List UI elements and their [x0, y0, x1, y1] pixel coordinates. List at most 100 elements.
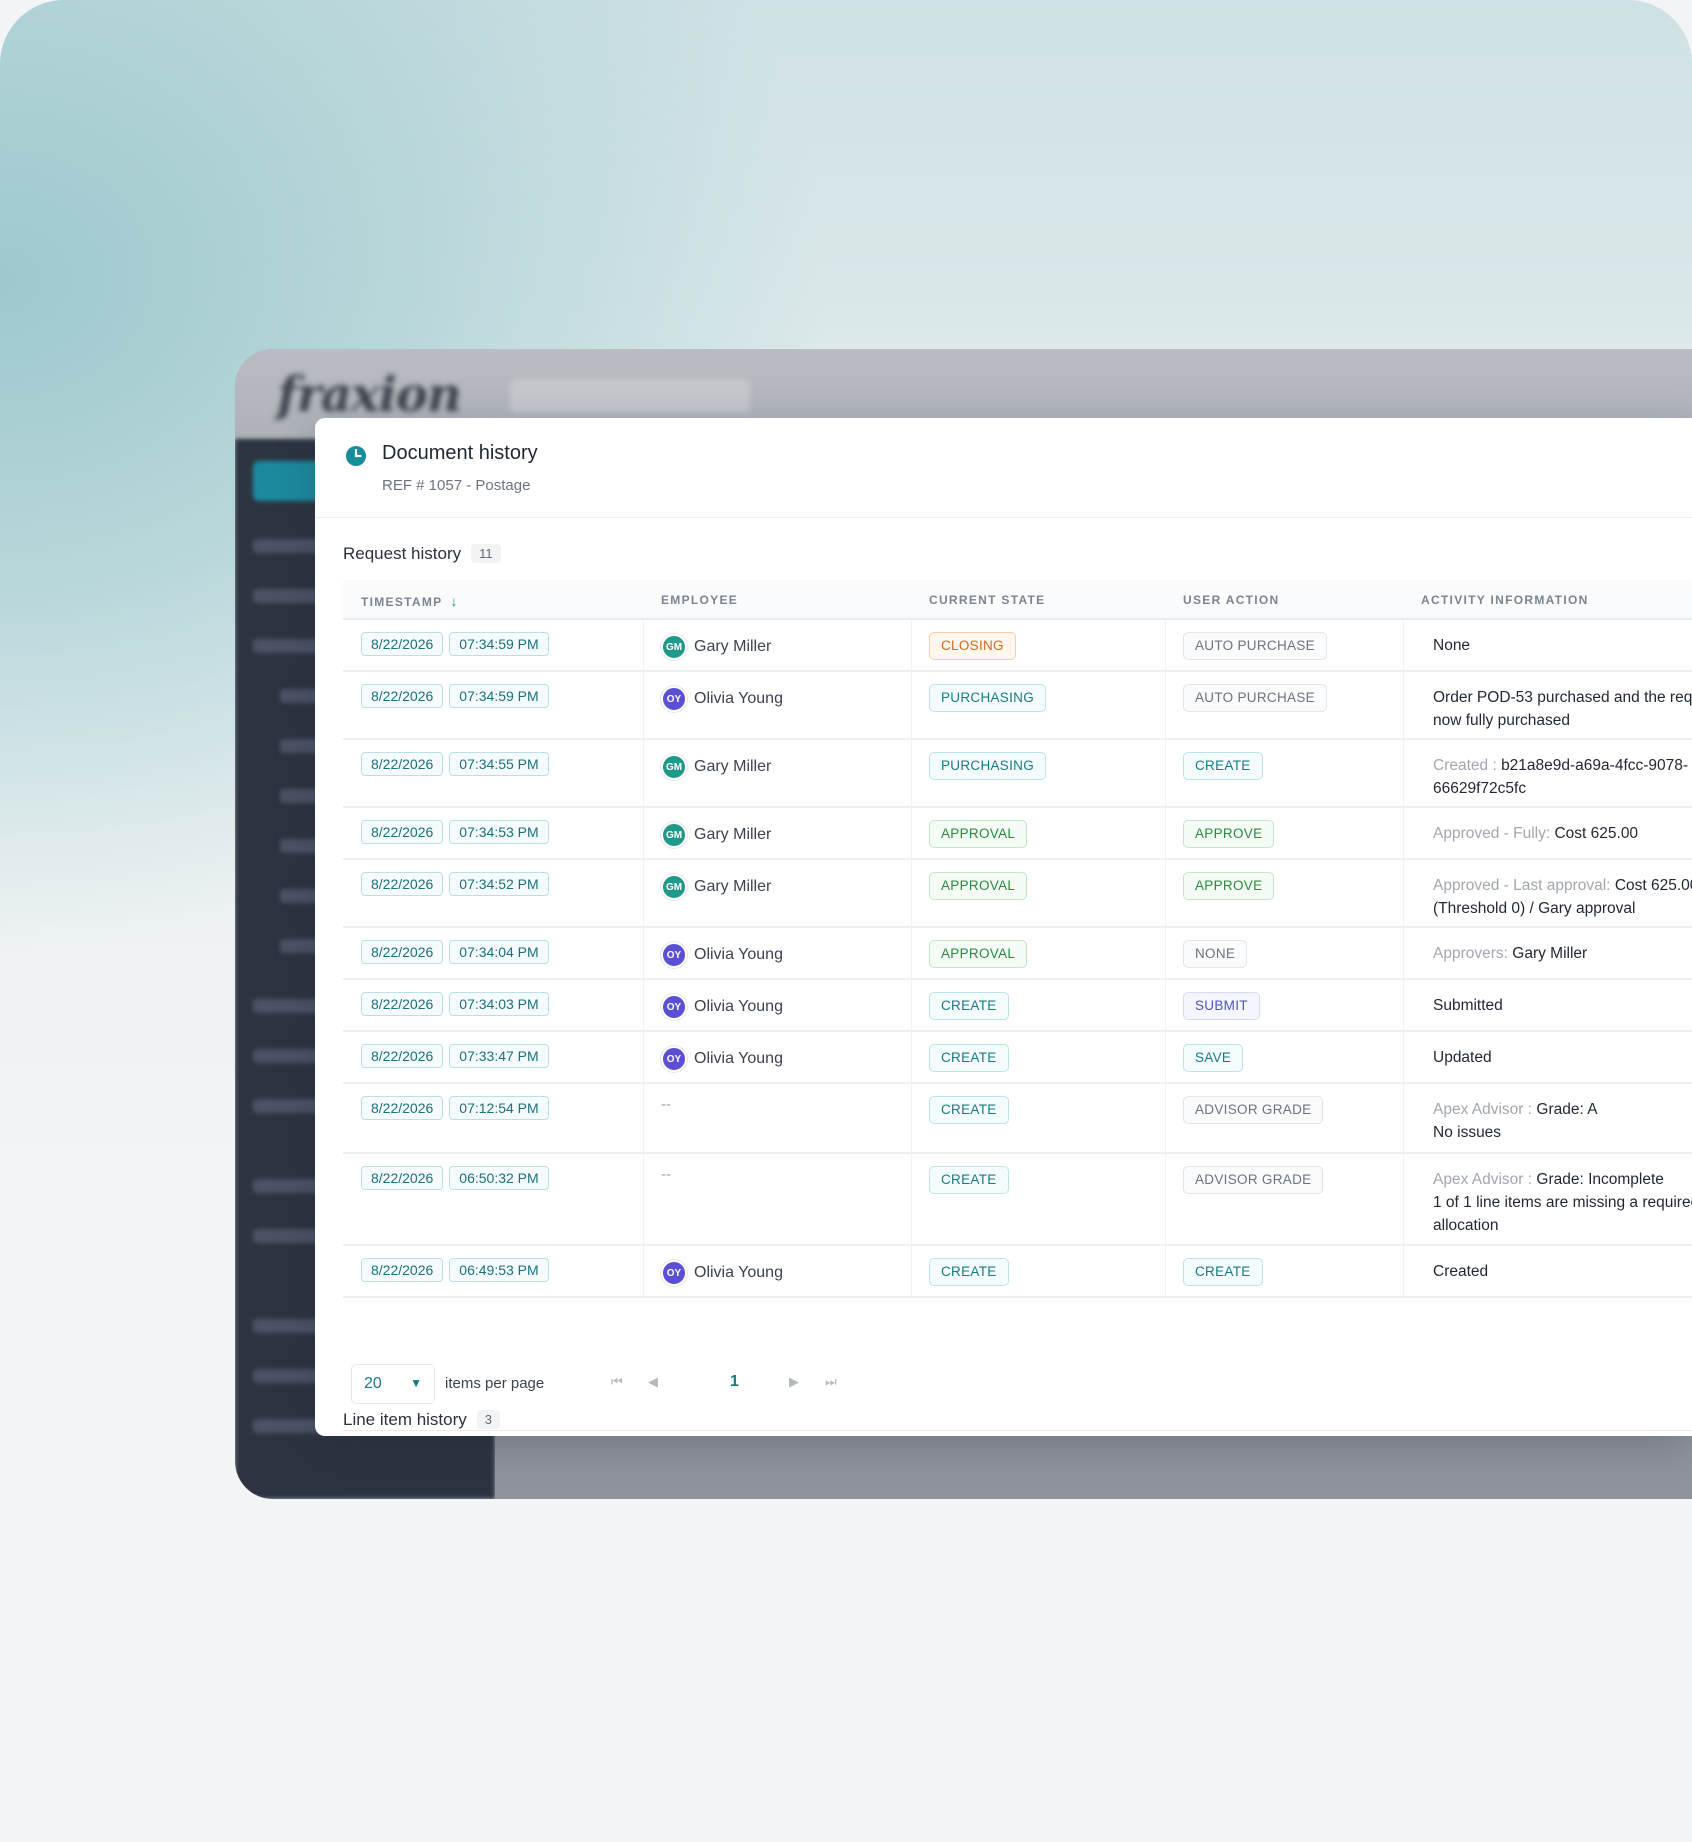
timestamp-cell: 8/22/2026 07:34:03 PM [361, 992, 549, 1016]
activity-info-label: Apex Advisor : [1433, 1101, 1537, 1118]
action-badge: ADVISOR GRADE [1183, 1096, 1324, 1124]
activity-info-value: Grade: Incomplete [1536, 1171, 1664, 1188]
first-page-icon[interactable]: ⏮ [611, 1374, 623, 1390]
timestamp-cell: 8/22/2026 07:34:53 PM [361, 820, 549, 844]
table-body: 8/22/2026 07:34:59 PM GM Gary Miller CLOS… [343, 620, 1692, 1298]
column-divider [911, 1084, 912, 1152]
column-divider [643, 928, 644, 978]
avatar: GM [661, 634, 687, 660]
state-cell: APPROVAL [929, 940, 1028, 968]
employee-cell: GM Gary Miller [661, 754, 771, 780]
col-employee[interactable]: EMPLOYEE [661, 593, 738, 607]
activity-info-label: Approved - Fully: [1433, 825, 1555, 842]
col-activity-information[interactable]: ACTIVITY INFORMATION [1421, 593, 1589, 607]
column-divider [1403, 1154, 1404, 1244]
modal-header: Document history REF # 1057 - Postage [315, 418, 1692, 518]
document-history-modal: Document history REF # 1057 - Postage Re… [315, 418, 1692, 1436]
activity-info: Updated [1433, 1046, 1492, 1069]
action-badge: APPROVE [1183, 820, 1275, 848]
prev-page-icon[interactable]: ◀ [648, 1374, 658, 1390]
timestamp-cell: 8/22/2026 07:12:54 PM [361, 1096, 549, 1120]
activity-info-value: Cost 625.00 [1614, 877, 1692, 894]
column-divider [911, 928, 912, 978]
timestamp-cell: 8/22/2026 07:34:55 PM [361, 752, 549, 776]
table-row: 8/22/2026 07:34:04 PM OY Olivia Young APP… [343, 928, 1692, 980]
employee-cell: OY Olivia Young [661, 942, 783, 968]
state-badge: APPROVAL [929, 872, 1028, 900]
app-search-input [510, 379, 750, 413]
column-divider [643, 808, 644, 858]
col-user-action[interactable]: USER ACTION [1183, 593, 1280, 607]
time-tag: 06:50:32 PM [449, 1166, 549, 1190]
activity-info: Order POD-53 purchased and the req now fu… [1433, 686, 1692, 732]
column-divider [643, 1246, 644, 1296]
timestamp-cell: 8/22/2026 07:34:59 PM [361, 632, 549, 656]
action-badge: CREATE [1183, 752, 1263, 780]
date-tag: 8/22/2026 [361, 820, 444, 844]
action-badge: AUTO PURCHASE [1183, 632, 1327, 660]
state-badge: CREATE [929, 1044, 1009, 1072]
action-badge: NONE [1183, 940, 1248, 968]
avatar: OY [661, 1046, 687, 1072]
employee-name: Olivia Young [694, 998, 783, 1015]
activity-info-value: Updated [1433, 1049, 1492, 1066]
activity-info-line2: (Threshold 0) / Gary approval [1433, 900, 1636, 917]
avatar: GM [661, 822, 687, 848]
timestamp-cell: 8/22/2026 07:34:52 PM [361, 872, 549, 896]
activity-info: Created : b21a8e9d-a69a-4fcc-9078- 66629f… [1433, 754, 1688, 800]
action-badge: ADVISOR GRADE [1183, 1166, 1324, 1194]
state-badge: CREATE [929, 1166, 1009, 1194]
action-cell: SUBMIT [1183, 992, 1260, 1020]
avatar: OY [661, 942, 687, 968]
date-tag: 8/22/2026 [361, 1044, 444, 1068]
background-card: fraxion Document history REF # 1057 - Po… [0, 0, 1692, 1842]
column-divider [911, 1032, 912, 1082]
employee-name: Gary Miller [694, 826, 772, 843]
action-cell: APPROVE [1183, 872, 1275, 900]
time-tag: 07:34:55 PM [449, 752, 549, 776]
column-divider [1165, 808, 1166, 858]
column-divider [1165, 1246, 1166, 1296]
column-divider [643, 860, 644, 926]
column-divider [643, 672, 644, 738]
timestamp-cell: 8/22/2026 06:49:53 PM [361, 1258, 549, 1282]
timestamp-cell: 8/22/2026 07:34:59 PM [361, 684, 549, 708]
column-divider [1403, 620, 1404, 670]
activity-info: Submitted [1433, 994, 1503, 1017]
items-per-page-select[interactable]: 20 ▼ [351, 1364, 435, 1404]
table-row: 8/22/2026 07:34:55 PM GM Gary Miller PURC… [343, 740, 1692, 808]
column-divider [1403, 1032, 1404, 1082]
arrow-down-icon[interactable]: ↓ [450, 593, 457, 609]
current-page[interactable]: 1 [730, 1373, 739, 1391]
modal-title: Document history [382, 442, 538, 464]
action-badge: AUTO PURCHASE [1183, 684, 1327, 712]
column-divider [643, 740, 644, 806]
table-row: 8/22/2026 06:50:32 PM -- CREATE ADVISOR G… [343, 1154, 1692, 1246]
request-history-count: 11 [471, 544, 501, 563]
employee-empty: -- [661, 1166, 671, 1183]
col-current-state[interactable]: CURRENT STATE [929, 593, 1045, 607]
items-per-page-label: items per page [445, 1375, 545, 1392]
next-page-icon[interactable]: ▶ [789, 1374, 799, 1390]
line-item-history-heading[interactable]: Line item history 3 [343, 1410, 501, 1430]
date-tag: 8/22/2026 [361, 752, 444, 776]
column-divider [1403, 808, 1404, 858]
last-page-icon[interactable]: ⏭ [825, 1374, 837, 1390]
date-tag: 8/22/2026 [361, 1096, 444, 1120]
state-cell: APPROVAL [929, 872, 1028, 900]
state-cell: CREATE [929, 1166, 1009, 1194]
activity-info-value: Order POD-53 purchased and the req [1433, 689, 1692, 706]
time-tag: 07:34:53 PM [449, 820, 549, 844]
state-cell: APPROVAL [929, 820, 1028, 848]
state-badge: CREATE [929, 1258, 1009, 1286]
action-cell: AUTO PURCHASE [1183, 632, 1327, 660]
employee-cell: OY Olivia Young [661, 994, 783, 1020]
activity-info-label: Apex Advisor : [1433, 1171, 1537, 1188]
column-divider [643, 620, 644, 670]
table-row: 8/22/2026 07:33:47 PM OY Olivia Young CRE… [343, 1032, 1692, 1084]
request-history-heading: Request history 11 [343, 544, 501, 564]
action-badge: SAVE [1183, 1044, 1244, 1072]
state-cell: CREATE [929, 1096, 1009, 1124]
column-divider [911, 860, 912, 926]
col-timestamp[interactable]: TIMESTAMP ↓ [361, 593, 457, 609]
